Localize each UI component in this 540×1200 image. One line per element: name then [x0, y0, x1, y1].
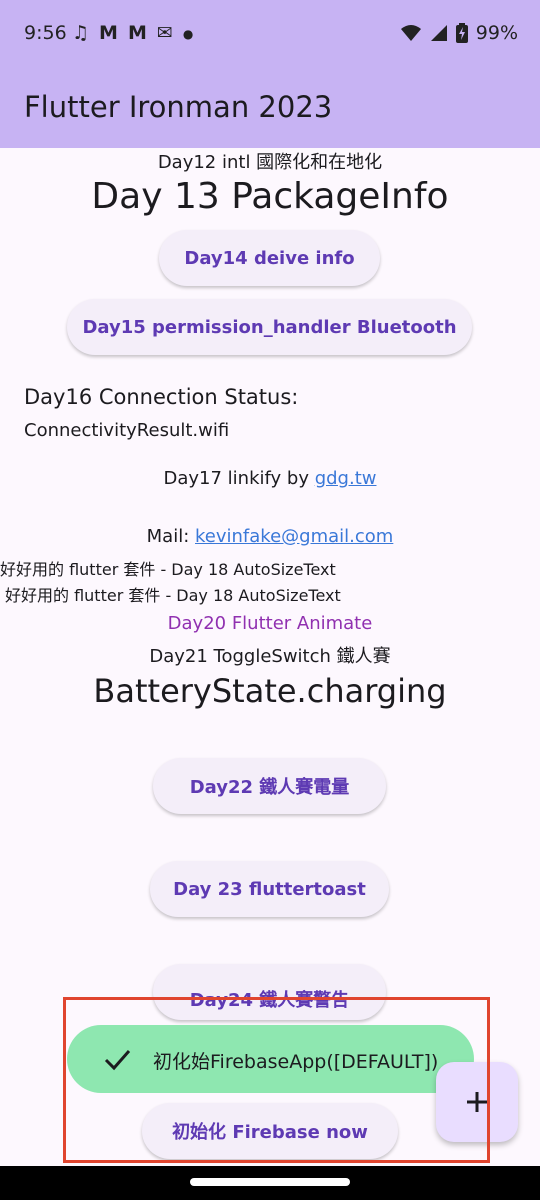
mail-icon: ✉ — [156, 22, 173, 44]
day23-button[interactable]: Day 23 fluttertoast — [150, 861, 389, 917]
day16-label: Day16 Connection Status: — [24, 385, 299, 409]
signal-icon — [430, 25, 447, 41]
day22-button[interactable]: Day22 鐵人賽電量 — [153, 758, 386, 814]
highlight-box — [63, 997, 490, 1163]
day15-button[interactable]: Day15 permission_handler Bluetooth — [67, 299, 472, 355]
day17-text: Day17 linkify by — [163, 468, 315, 489]
gmail-icon: M — [127, 22, 147, 44]
status-time: 9:56 — [24, 22, 67, 44]
day18-text-1: 好好用的 flutter 套件 - Day 18 AutoSizeText — [0, 560, 336, 579]
notification-icons: ♫ M M ✉ ● — [72, 22, 193, 46]
day21-text: Day21 ToggleSwitch 鐵人賽 — [149, 646, 391, 667]
battery-state-text: BatteryState.charging — [93, 672, 447, 710]
navigation-bar — [0, 1166, 540, 1200]
battery-percent: 99% — [475, 22, 518, 44]
music-note-icon: ♫ — [72, 22, 90, 44]
app-title: Flutter Ironman 2023 — [24, 90, 333, 124]
mail-line: Mail: kevinfake@gmail.com — [0, 526, 540, 547]
mail-label: Mail: — [146, 526, 196, 547]
gmail-icon: M — [99, 22, 118, 44]
gesture-handle[interactable] — [190, 1178, 350, 1186]
day16-value: ConnectivityResult.wifi — [24, 420, 230, 441]
gdg-link[interactable]: gdg.tw — [315, 468, 377, 489]
day12-text: Day12 intl 國際化和在地化 — [157, 152, 383, 173]
dot-icon: ● — [182, 27, 194, 41]
status-right: 99% — [400, 22, 518, 44]
day20-animate-text: Day20 Flutter Animate — [167, 613, 373, 634]
day17-line: Day17 linkify by gdg.tw — [0, 468, 540, 489]
status-bar: 9:56 ♫ M M ✉ ● 99% — [0, 0, 540, 70]
battery-icon — [455, 23, 468, 43]
day18-text-2: 好好用的 flutter 套件 - Day 18 AutoSizeText — [5, 586, 341, 605]
day14-button[interactable]: Day14 deive info — [159, 230, 380, 286]
day13-heading: Day 13 PackageInfo — [91, 176, 449, 217]
mail-link[interactable]: kevinfake@gmail.com — [195, 526, 393, 547]
wifi-icon — [400, 25, 421, 41]
